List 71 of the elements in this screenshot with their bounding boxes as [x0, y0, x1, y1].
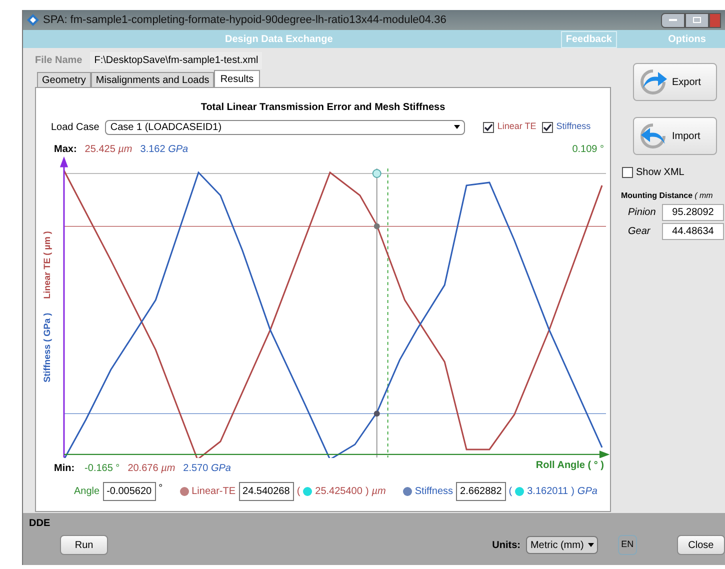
chart-title: Total Linear Transmission Error and Mesh Stiffness — [200, 101, 446, 115]
file-name-field[interactable]: F:\DesktopSave\fm-sample1-test.xml — [90, 52, 262, 68]
max-te-value: 25.425 µm — [84, 143, 132, 157]
cursor-line[interactable] — [376, 168, 378, 458]
x-axis-label: Roll Angle ( ° ) — [536, 459, 604, 473]
max-label: Max: — [54, 143, 77, 157]
min-angle-value: -0.165 ° — [84, 462, 120, 476]
mounting-distance-title: Mounting Distance — [621, 190, 693, 202]
import-button[interactable]: Import — [633, 117, 717, 155]
close-paren: ) — [365, 485, 369, 499]
language-button[interactable]: EN — [618, 535, 637, 555]
mounting-row-label: Gear — [627, 225, 652, 239]
open-paren: ( — [508, 485, 512, 499]
checkbox[interactable] — [483, 122, 494, 132]
degree-unit: ° — [158, 482, 163, 496]
checkbox[interactable] — [622, 167, 633, 178]
app-icon — [27, 14, 39, 26]
open-paren: ( — [296, 485, 300, 499]
linear-te-max: 25.425400 — [315, 485, 362, 499]
checkbox[interactable] — [542, 122, 554, 132]
linear-te-field[interactable]: 24.540268 — [238, 482, 294, 501]
caret-icon — [454, 125, 460, 129]
mounting-unit: ( mm — [694, 190, 713, 202]
marker-icon — [515, 487, 524, 496]
curved-arrow-left-icon — [638, 122, 668, 150]
section-label: DDE — [29, 517, 52, 531]
toggle-label[interactable]: Stiffness — [556, 120, 591, 134]
tab[interactable]: Geometry — [37, 72, 91, 87]
toggle-label[interactable]: Linear TE — [497, 120, 536, 134]
angle-field[interactable]: -0.005620 — [102, 482, 156, 501]
min-stiffness-value: 2.570 GPa — [183, 462, 231, 476]
stiffness-unit: GPa — [577, 485, 598, 499]
max-angle-value: 0.109 ° — [572, 143, 604, 157]
close-paren: ) — [571, 485, 574, 499]
curved-arrow-right-icon — [638, 68, 668, 96]
stiffness-field[interactable]: 2.662882 — [456, 482, 506, 501]
units-label: Units: — [492, 538, 520, 552]
min-te-value: 20.676 µm — [128, 462, 176, 476]
tab[interactable]: Results — [214, 70, 260, 87]
cursor-handle[interactable] — [372, 169, 382, 178]
load-case-dropdown[interactable]: Case 1 (LOADCASEID1) — [105, 120, 466, 134]
run-button[interactable]: Run — [60, 535, 108, 555]
export-button[interactable]: Export — [633, 63, 717, 101]
menu-title: Design Data Exchange — [225, 32, 333, 46]
linear-te-axis-label: Linear TE ( µm ) — [41, 231, 54, 300]
mounting-row-label: Pinion — [627, 206, 657, 220]
marker-icon — [180, 487, 189, 496]
file-name-label: File Name — [35, 54, 82, 68]
tab[interactable]: Misalignments and Loads — [90, 72, 214, 87]
cursor-point — [374, 223, 380, 230]
min-label: Min: — [54, 462, 75, 476]
show-xml-label[interactable]: Show XML — [636, 165, 684, 180]
close-dialog-button[interactable]: Close — [676, 535, 725, 555]
mounting-value-field[interactable]: 95.28092 — [662, 204, 724, 221]
stiffness-axis-label: Stiffness ( GPa ) — [41, 313, 54, 383]
caret-icon — [588, 543, 594, 547]
cursor-point — [374, 410, 380, 417]
max-stiffness-value: 3.162 GPa — [140, 143, 188, 157]
load-case-label: Load Case — [51, 120, 100, 134]
angle-label: Angle — [74, 485, 100, 499]
minimize-button[interactable] — [661, 12, 685, 28]
maximize-button[interactable] — [685, 12, 709, 28]
linear-te-unit: µm — [372, 485, 386, 499]
window-title: SPA: fm-sample1-completing-formate-hypoid-90degree-lh-ratio13x44-module04.36 — [43, 12, 446, 28]
linear-te-label: Linear-TE — [192, 485, 236, 499]
mounting-value-field[interactable]: 44.48634 — [662, 223, 724, 240]
stiffness-label: Stiffness — [414, 485, 454, 499]
marker-icon — [303, 487, 312, 496]
stiffness-max: 3.162011 — [527, 485, 568, 499]
marker-icon — [402, 487, 412, 496]
units-dropdown[interactable]: Metric (mm) — [526, 536, 598, 554]
